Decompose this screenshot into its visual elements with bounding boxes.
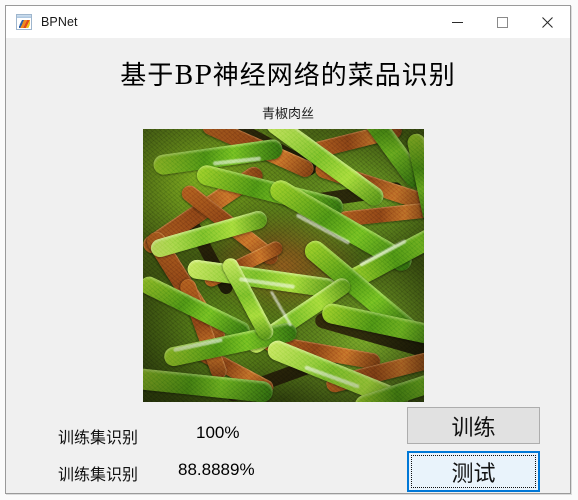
minimize-button[interactable] bbox=[435, 6, 480, 38]
train-button[interactable]: 训练 bbox=[407, 407, 540, 444]
window-controls bbox=[435, 6, 570, 38]
maximize-button[interactable] bbox=[480, 6, 525, 38]
maximize-icon bbox=[497, 16, 508, 28]
page-title: 基于BP神经网络的菜品识别 bbox=[120, 61, 456, 91]
close-button[interactable] bbox=[525, 6, 570, 38]
train-accuracy-label: 训练集识别 bbox=[58, 428, 139, 447]
train-accuracy-value: 100% bbox=[196, 423, 240, 442]
test-button-label: 测试 bbox=[451, 461, 496, 487]
test-button[interactable]: 测试 bbox=[407, 451, 540, 492]
image-caption: 青椒肉丝 bbox=[261, 107, 314, 122]
dish-image bbox=[143, 129, 424, 402]
window-content: 基于BP神经网络的菜品识别 青椒肉丝 训练集识别 100% 训练集识别 88.8… bbox=[6, 38, 570, 493]
test-accuracy-label: 训练集识别 bbox=[58, 465, 139, 484]
train-button-label: 训练 bbox=[451, 415, 496, 441]
window-title: BPNet bbox=[41, 15, 78, 29]
app-window: BPNet 基于BP神经网络的菜品识别 青椒肉丝 训练集识别 100% 训练集识… bbox=[5, 5, 571, 494]
screenshot-root: BPNet 基于BP神经网络的菜品识别 青椒肉丝 训练集识别 100% 训练集识… bbox=[0, 0, 578, 500]
test-accuracy-value: 88.8889% bbox=[178, 460, 255, 479]
icon-titlebar-stripe bbox=[17, 15, 31, 18]
matlab-figure-icon bbox=[16, 14, 32, 30]
minimize-icon bbox=[452, 21, 463, 23]
title-bar[interactable]: BPNet bbox=[6, 6, 570, 39]
icon-membrane-graphic bbox=[19, 20, 30, 28]
photo-vignette-layer bbox=[143, 129, 424, 402]
close-icon bbox=[542, 16, 553, 28]
